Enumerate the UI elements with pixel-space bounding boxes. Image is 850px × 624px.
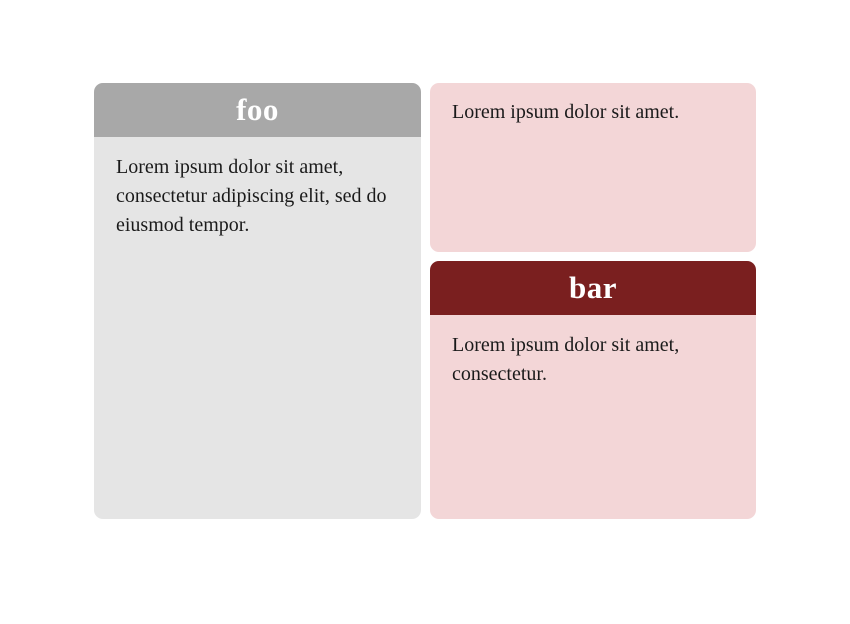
foo-card-body: Lorem ipsum dolor sit amet, consectetur … bbox=[116, 156, 387, 236]
foo-card-title: foo bbox=[94, 83, 421, 137]
bar-card-title: bar bbox=[430, 261, 756, 315]
bar-card-body: Lorem ipsum dolor sit amet, consectetur. bbox=[452, 334, 680, 385]
untitled-card-body: Lorem ipsum dolor sit amet. bbox=[452, 101, 680, 123]
foo-card: foo Lorem ipsum dolor sit amet, consecte… bbox=[94, 83, 421, 519]
bar-card: bar Lorem ipsum dolor sit amet, consecte… bbox=[430, 261, 756, 519]
untitled-card: Lorem ipsum dolor sit amet. bbox=[430, 83, 756, 252]
